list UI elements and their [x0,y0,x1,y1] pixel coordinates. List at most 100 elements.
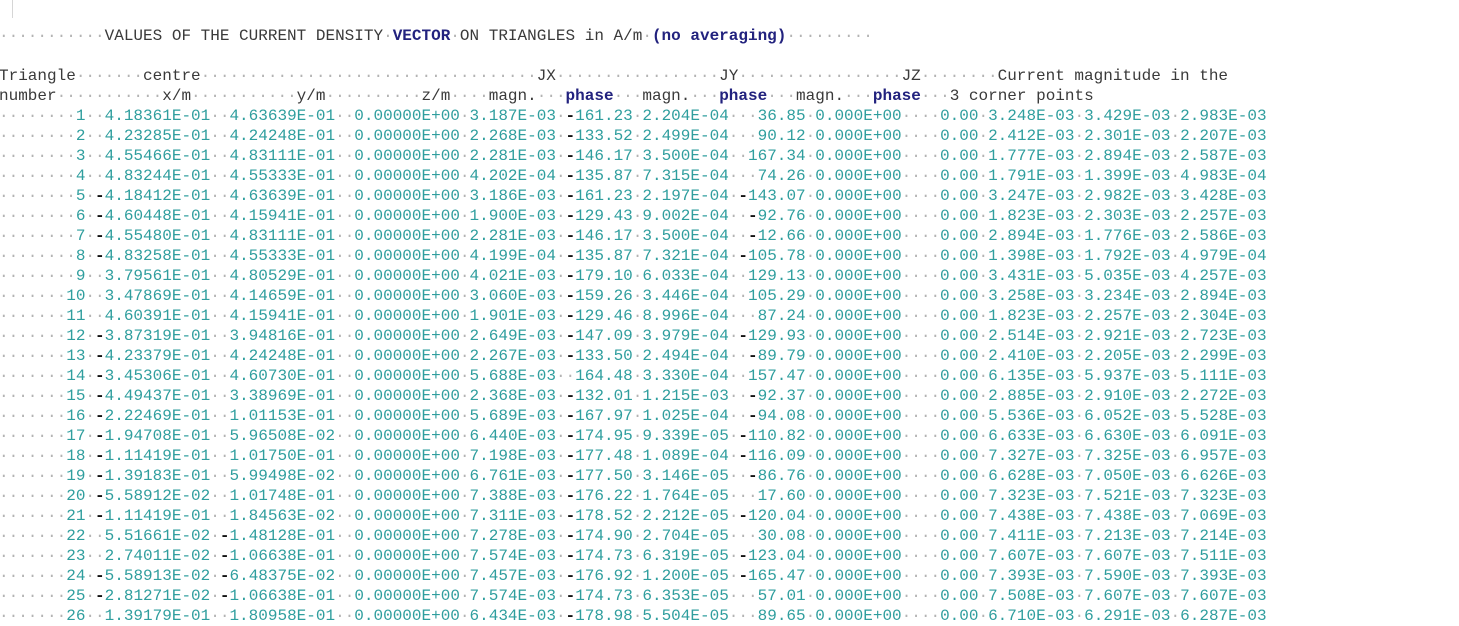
triangle-number: 23 [66,547,86,565]
table-row: ········9··3.79561E-01··4.80529E-01··0.0… [0,267,1267,285]
centre-x: 4.55466E-01 [104,147,211,165]
triangle-number: 13 [66,347,86,365]
jy-magn: 9.002E-04 [642,207,729,225]
jz-magn: 0.000E+00 [815,567,902,585]
centre-y: 4.63639E-01 [229,187,336,205]
jx-phase: 164.48 [575,367,633,385]
table-row: ········1··4.18361E-01··4.63639E-01··0.0… [0,107,1267,125]
centre-y: 4.83111E-01 [229,147,336,165]
jy-magn: 2.499E-04 [642,127,729,145]
table-row: ·······23··2.74011E-02·-1.06638E-01··0.0… [0,547,1267,565]
jy-phase: 17.60 [757,487,806,505]
centre-x: 3.47869E-01 [104,287,211,305]
corner-2: 2.301E-03 [1084,127,1171,145]
jz-phase: 0.00 [940,587,979,605]
header-jx-phase: phase [565,87,614,105]
jz-magn: 0.000E+00 [815,607,902,625]
jz-magn: 0.000E+00 [815,527,902,545]
corner-2: 1.776E-03 [1084,227,1171,245]
corner-2: 2.921E-03 [1084,327,1171,345]
jx-phase: -179.10 [565,267,633,285]
jz-phase: 0.00 [940,147,979,165]
centre-x: 4.23285E-01 [104,127,211,145]
jz-phase: 0.00 [940,567,979,585]
jz-magn: 0.000E+00 [815,387,902,405]
centre-z: 0.00000E+00 [354,467,460,485]
corner-1: 1.791E-03 [988,167,1075,185]
jz-magn: 0.000E+00 [815,507,902,525]
table-row: ········8·-4.83258E-01··4.55333E-01··0.0… [0,247,1267,265]
table-row: ·······13·-4.23379E-01··4.24248E-01··0.0… [0,347,1267,365]
jz-phase: 0.00 [940,347,979,365]
corner-3: 6.091E-03 [1180,427,1267,445]
corner-3: 6.957E-03 [1180,447,1267,465]
corner-1: 7.327E-03 [988,447,1075,465]
corner-2: 2.303E-03 [1084,207,1171,225]
centre-y: 1.01750E-01 [229,447,336,465]
jz-magn: 0.000E+00 [815,307,902,325]
jx-phase: -159.26 [565,287,633,305]
jx-phase: -147.09 [565,327,633,345]
triangle-number: 19 [66,467,86,485]
corner-3: 3.428E-03 [1180,187,1267,205]
jz-phase: 0.00 [940,527,979,545]
jz-phase: 0.00 [940,447,979,465]
centre-y: 1.80958E-01 [229,607,336,625]
jz-magn: 0.000E+00 [815,247,902,265]
corner-1: 7.508E-03 [988,587,1075,605]
centre-z: 0.00000E+00 [354,447,460,465]
table-row: ·······21·-1.11419E-01··1.84563E-02··0.0… [0,507,1267,525]
centre-y: 4.24248E-01 [229,127,336,145]
triangle-number: 4 [75,167,86,185]
corner-2: 2.205E-03 [1084,347,1171,365]
jx-magn: 7.278E-03 [469,527,556,545]
jz-phase: 0.00 [940,287,979,305]
jx-phase: -146.17 [565,147,633,165]
corner-2: 2.982E-03 [1084,187,1171,205]
jy-phase: -110.82 [738,427,806,445]
centre-z: 0.00000E+00 [354,487,460,505]
jy-magn: 1.025E-04 [642,407,729,425]
centre-x: -4.49437E-01 [95,387,211,405]
jz-magn: 0.000E+00 [815,487,902,505]
centre-x: 4.83244E-01 [104,167,211,185]
corner-3: 2.587E-03 [1180,147,1267,165]
corner-2: 7.607E-03 [1084,547,1171,565]
jy-magn: 7.321E-04 [642,247,729,265]
jy-phase: -123.04 [738,547,806,565]
jx-magn: 5.688E-03 [469,367,556,385]
jx-magn: 7.457E-03 [469,567,556,585]
centre-y: 4.60730E-01 [229,367,336,385]
corner-3: 2.586E-03 [1180,227,1267,245]
centre-z: 0.00000E+00 [354,347,460,365]
jx-phase: -178.52 [565,507,633,525]
jy-magn: 3.500E-04 [642,147,729,165]
corner-1: 7.393E-03 [988,567,1075,585]
jx-phase: -176.92 [565,567,633,585]
title-keyword: VECTOR [392,27,451,45]
jy-magn: 5.504E-05 [642,607,729,625]
corner-2: 7.590E-03 [1084,567,1171,585]
jz-phase: 0.00 [940,547,979,565]
corner-1: 3.247E-03 [988,187,1075,205]
centre-x: -1.11419E-01 [95,507,211,525]
corner-1: 6.628E-03 [988,467,1075,485]
centre-x: -5.58913E-02 [95,567,211,585]
jx-phase: -132.01 [565,387,633,405]
jy-phase: -89.79 [748,347,806,365]
jz-magn: 0.000E+00 [815,447,902,465]
corner-1: 7.411E-03 [988,527,1075,545]
jx-phase: -176.22 [565,487,633,505]
table-row: ········2··4.23285E-01··4.24248E-01··0.0… [0,127,1267,145]
centre-z: 0.00000E+00 [354,167,460,185]
header-triangle: Triangle [0,67,76,85]
centre-z: 0.00000E+00 [354,247,460,265]
jy-magn: 6.353E-05 [642,587,729,605]
triangle-number: 5 [75,187,86,205]
jz-phase: 0.00 [940,227,979,245]
jy-magn: 2.212E-05 [642,507,729,525]
jx-phase: -133.52 [565,127,633,145]
jz-phase: 0.00 [940,307,979,325]
jx-magn: 4.021E-03 [469,267,556,285]
table-row: ·······20·-5.58912E-02··1.01748E-01··0.0… [0,487,1267,505]
